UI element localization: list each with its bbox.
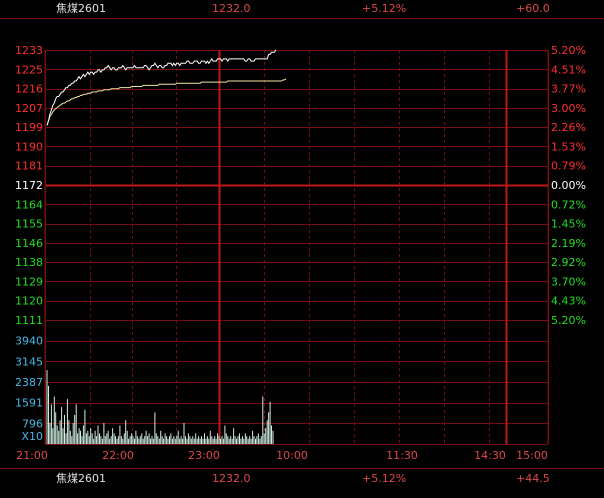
price-tick-label: 1233 bbox=[15, 44, 43, 57]
pct-tick-label: 4.43% bbox=[551, 295, 586, 308]
last-price-secondary: 1232.0 bbox=[212, 472, 251, 485]
pct-tick-label: 0.00% bbox=[551, 179, 586, 192]
pct-tick-label: 1.53% bbox=[551, 140, 586, 153]
price-tick-label: 1190 bbox=[15, 140, 43, 153]
price-tick-label: 1146 bbox=[15, 237, 43, 250]
pct-tick-label: 5.20% bbox=[551, 44, 586, 57]
time-tick-label: 10:00 bbox=[276, 449, 308, 462]
pct-tick-label: 2.26% bbox=[551, 121, 586, 134]
pct-tick-label: 0.79% bbox=[551, 160, 586, 173]
time-tick-label: 21:00 bbox=[16, 449, 48, 462]
price-tick-label: 1120 bbox=[15, 295, 43, 308]
volume-tick-label: 796 bbox=[22, 417, 43, 430]
volume-tick-label: 3145 bbox=[15, 355, 43, 368]
price-tick-label: 1129 bbox=[15, 275, 43, 288]
time-tick-label: 22:00 bbox=[102, 449, 134, 462]
pct-tick-label: 2.92% bbox=[551, 256, 586, 269]
change-amount-secondary: +44.5 bbox=[516, 472, 550, 485]
price-tick-label: 1199 bbox=[15, 121, 43, 134]
volume-tick-label: 2387 bbox=[15, 376, 43, 389]
time-tick-label: 23:00 bbox=[188, 449, 220, 462]
price-tick-label: 1216 bbox=[15, 83, 43, 96]
volume-tick-label: 3940 bbox=[15, 335, 43, 348]
pct-tick-label: 5.20% bbox=[551, 314, 586, 327]
price-tick-label: 1172 bbox=[15, 179, 43, 192]
pct-tick-label: 2.19% bbox=[551, 237, 586, 250]
volume-tick-label: 1591 bbox=[15, 397, 43, 410]
price-tick-label: 1181 bbox=[15, 160, 43, 173]
pct-tick-label: 4.51% bbox=[551, 63, 586, 76]
time-tick-label: 14:30 bbox=[474, 449, 506, 462]
price-line bbox=[46, 49, 277, 126]
pct-tick-label: 1.45% bbox=[551, 218, 586, 231]
pct-tick-label: 3.77% bbox=[551, 83, 586, 96]
intraday-chart[interactable]: 1233 1225 1216 1207 1199 1190 1181 1172 1164 1155… bbox=[0, 0, 604, 498]
price-tick-label: 1138 bbox=[15, 256, 43, 269]
price-tick-label: 1207 bbox=[15, 102, 43, 115]
price-tick-label: 1111 bbox=[15, 314, 43, 327]
pct-tick-label: 0.72% bbox=[551, 198, 586, 211]
change-percent-secondary: +5.12% bbox=[362, 472, 407, 485]
pct-tick-label: 3.70% bbox=[551, 275, 586, 288]
contract-name-secondary: 焦煤2601 bbox=[56, 472, 106, 485]
volume-unit-label: X10 bbox=[21, 430, 43, 443]
price-tick-label: 1225 bbox=[15, 63, 43, 76]
average-price-line bbox=[46, 78, 287, 126]
time-tick-label: 11:30 bbox=[386, 449, 418, 462]
price-tick-label: 1155 bbox=[15, 218, 43, 231]
pct-tick-label: 3.00% bbox=[551, 102, 586, 115]
price-tick-label: 1164 bbox=[15, 198, 43, 211]
time-tick-label: 15:00 bbox=[516, 449, 548, 462]
